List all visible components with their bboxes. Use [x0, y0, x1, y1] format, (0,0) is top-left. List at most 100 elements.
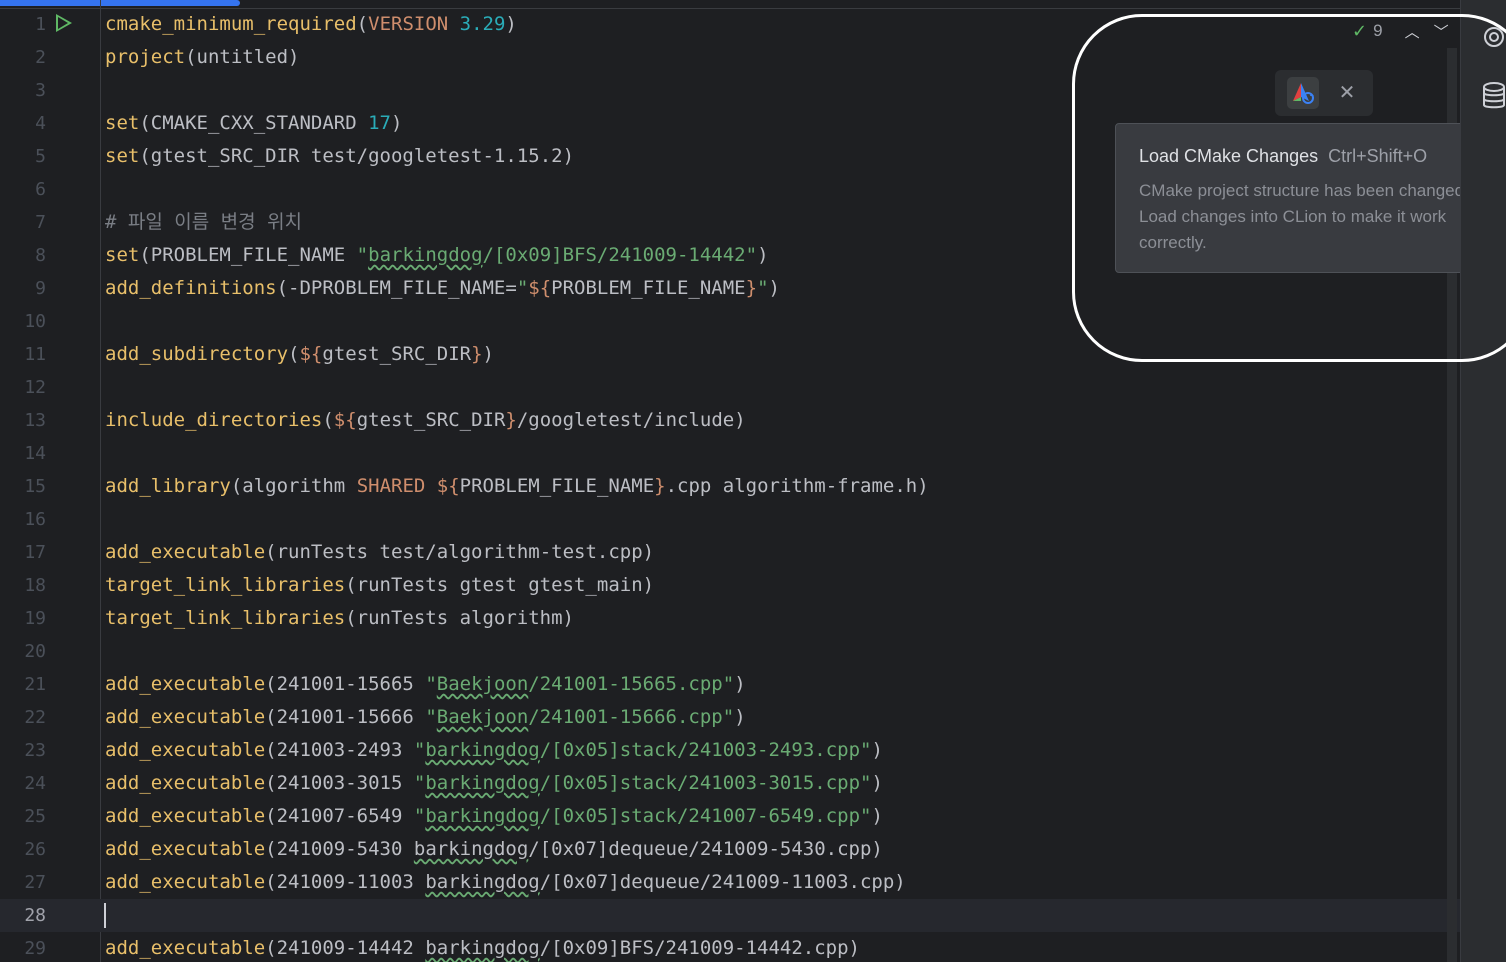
- code-text[interactable]: # 파일 이름 변경 위치: [105, 206, 302, 239]
- line-number[interactable]: 12: [0, 371, 46, 404]
- code-token: add_executable: [105, 706, 266, 728]
- code-token: /241001-15666.cpp": [528, 706, 735, 728]
- inspections-widget[interactable]: ✓ 9 ︿ ﹀: [1352, 18, 1449, 44]
- line-number[interactable]: 24: [0, 767, 46, 800]
- line-number[interactable]: 4: [0, 107, 46, 140]
- code-token: barkingdog: [425, 937, 540, 959]
- code-text[interactable]: add_executable(241003-3015 "barkingdog/[…: [105, 767, 883, 800]
- code-line[interactable]: 22 add_executable(241001-15666 "Baekjoon/…: [0, 701, 1460, 734]
- line-number[interactable]: 3: [0, 74, 46, 107]
- code-line[interactable]: 15 add_library(algorithm SHARED ${PROBLEM…: [0, 470, 1460, 503]
- code-text[interactable]: set(CMAKE_CXX_STANDARD 17): [105, 107, 402, 140]
- code-text[interactable]: add_executable(241007-6549 "barkingdog/[…: [105, 800, 883, 833]
- code-line[interactable]: 19 target_link_libraries(runTests algorit…: [0, 602, 1460, 635]
- code-token: ): [871, 772, 883, 794]
- code-token: .cpp algorithm-frame.h): [665, 475, 929, 497]
- code-token: (241007-6549: [265, 805, 414, 827]
- code-line[interactable]: 14: [0, 437, 1460, 470]
- code-text[interactable]: project(untitled): [105, 41, 299, 74]
- line-number[interactable]: 7: [0, 206, 46, 239]
- tooltip-shortcut: Ctrl+Shift+O: [1328, 146, 1428, 166]
- line-number[interactable]: 23: [0, 734, 46, 767]
- code-text[interactable]: add_executable(241009-11003 barkingdog/[…: [105, 866, 906, 899]
- code-line[interactable]: 28: [0, 899, 1460, 932]
- code-text[interactable]: add_executable(241009-14442 barkingdog/[…: [105, 932, 860, 962]
- line-number[interactable]: 29: [0, 932, 46, 962]
- code-line[interactable]: 25 add_executable(241007-6549 "barkingdog…: [0, 800, 1460, 833]
- code-text[interactable]: add_executable(runTests test/algorithm-t…: [105, 536, 654, 569]
- code-line[interactable]: 11 add_subdirectory(${gtest_SRC_DIR}): [0, 338, 1460, 371]
- code-text[interactable]: add_subdirectory(${gtest_SRC_DIR}): [105, 338, 494, 371]
- line-number[interactable]: 28: [0, 899, 46, 932]
- line-number[interactable]: 27: [0, 866, 46, 899]
- code-token: VERSION: [368, 13, 449, 35]
- code-text[interactable]: include_directories(${gtest_SRC_DIR}/goo…: [105, 404, 746, 437]
- code-text[interactable]: set(gtest_SRC_DIR test/googletest-1.15.2…: [105, 140, 574, 173]
- check-double-icon: ✓: [1352, 20, 1368, 42]
- line-number[interactable]: 8: [0, 239, 46, 272]
- code-line[interactable]: 17 add_executable(runTests test/algorithm…: [0, 536, 1460, 569]
- line-number[interactable]: 13: [0, 404, 46, 437]
- code-token: add_executable: [105, 937, 266, 959]
- line-number[interactable]: 10: [0, 305, 46, 338]
- code-token: barkingdog: [425, 772, 540, 794]
- line-number[interactable]: 9: [0, 272, 46, 305]
- code-line[interactable]: 1 cmake_minimum_required(VERSION 3.29): [0, 8, 1460, 41]
- line-number[interactable]: 1: [0, 8, 46, 41]
- code-text[interactable]: cmake_minimum_required(VERSION 3.29): [105, 8, 517, 41]
- code-line[interactable]: 21 add_executable(241001-15665 "Baekjoon/…: [0, 668, 1460, 701]
- code-line[interactable]: 10: [0, 305, 1460, 338]
- line-number[interactable]: 21: [0, 668, 46, 701]
- code-token: barkingdog: [368, 244, 483, 266]
- code-text[interactable]: target_link_libraries(runTests algorithm…: [105, 602, 574, 635]
- code-text[interactable]: add_executable(241001-15665 "Baekjoon/24…: [105, 668, 746, 701]
- code-line[interactable]: 26 add_executable(241009-5430 barkingdog/…: [0, 833, 1460, 866]
- chevron-up-icon[interactable]: ︿: [1405, 21, 1420, 42]
- line-number[interactable]: 26: [0, 833, 46, 866]
- line-number[interactable]: 20: [0, 635, 46, 668]
- line-number[interactable]: 6: [0, 173, 46, 206]
- line-number[interactable]: 16: [0, 503, 46, 536]
- line-number[interactable]: 15: [0, 470, 46, 503]
- code-line[interactable]: 13 include_directories(${gtest_SRC_DIR}/g…: [0, 404, 1460, 437]
- code-line[interactable]: 2 project(untitled): [0, 41, 1460, 74]
- database-icon[interactable]: [1481, 82, 1506, 109]
- code-line[interactable]: 9 add_definitions(-DPROBLEM_FILE_NAME="${…: [0, 272, 1460, 305]
- code-text[interactable]: set(PROBLEM_FILE_NAME "barkingdog/[0x09]…: [105, 239, 769, 272]
- run-icon[interactable]: [56, 14, 72, 32]
- code-line[interactable]: 27 add_executable(241009-11003 barkingdog…: [0, 866, 1460, 899]
- code-line[interactable]: 23 add_executable(241003-2493 "barkingdog…: [0, 734, 1460, 767]
- close-icon[interactable]: ✕: [1335, 80, 1359, 104]
- line-number[interactable]: 25: [0, 800, 46, 833]
- code-line[interactable]: 12: [0, 371, 1460, 404]
- code-token: ": [356, 244, 369, 266]
- code-line[interactable]: 3: [0, 74, 1460, 107]
- line-number[interactable]: 14: [0, 437, 46, 470]
- code-text[interactable]: target_link_libraries(runTests gtest gte…: [105, 569, 654, 602]
- chevron-down-icon[interactable]: ﹀: [1434, 21, 1449, 42]
- code-line[interactable]: 18 target_link_libraries(runTests gtest g…: [0, 569, 1460, 602]
- code-line[interactable]: 16: [0, 503, 1460, 536]
- line-number[interactable]: 22: [0, 701, 46, 734]
- line-number[interactable]: 5: [0, 140, 46, 173]
- code-token: ${: [299, 343, 323, 365]
- load-cmake-changes-button[interactable]: [1287, 77, 1319, 109]
- line-number[interactable]: 17: [0, 536, 46, 569]
- code-text[interactable]: add_library(algorithm SHARED ${PROBLEM_F…: [105, 470, 929, 503]
- code-line[interactable]: 24 add_executable(241003-3015 "barkingdog…: [0, 767, 1460, 800]
- code-line[interactable]: 20: [0, 635, 1460, 668]
- code-text[interactable]: add_executable(241001-15666 "Baekjoon/24…: [105, 701, 746, 734]
- code-text[interactable]: add_executable(241009-5430 barkingdog/[0…: [105, 833, 883, 866]
- code-token: (241003-2493: [265, 739, 414, 761]
- ai-assistant-icon[interactable]: [1481, 24, 1506, 50]
- line-number[interactable]: 11: [0, 338, 46, 371]
- line-number[interactable]: 19: [0, 602, 46, 635]
- code-line[interactable]: 29 add_executable(241009-14442 barkingdog…: [0, 932, 1460, 962]
- line-number[interactable]: 2: [0, 41, 46, 74]
- code-text[interactable]: add_executable(241003-2493 "barkingdog/[…: [105, 734, 883, 767]
- code-token: ): [482, 343, 494, 365]
- code-token: ": [413, 739, 426, 761]
- code-text[interactable]: add_definitions(-DPROBLEM_FILE_NAME="${P…: [105, 272, 780, 305]
- line-number[interactable]: 18: [0, 569, 46, 602]
- code-token: (: [322, 409, 334, 431]
